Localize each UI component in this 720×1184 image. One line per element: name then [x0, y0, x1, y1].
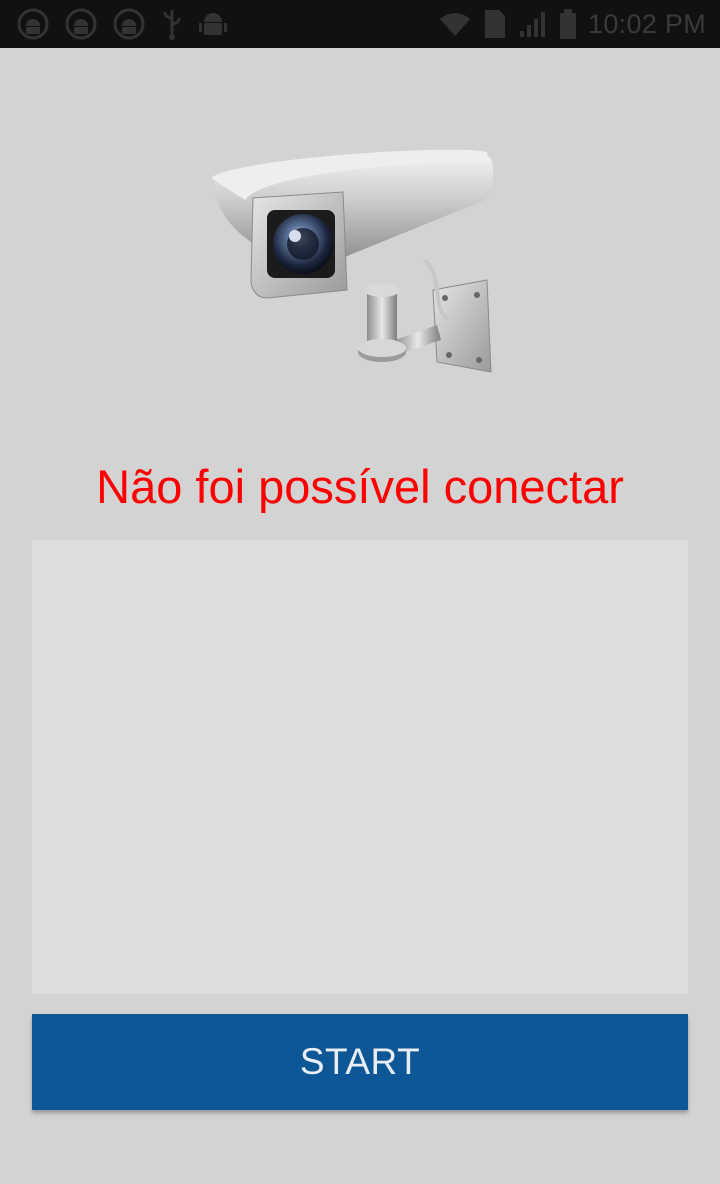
android-robot-badge-icon: [64, 7, 98, 41]
connection-status-text: Não foi possível conectar: [96, 460, 624, 513]
signal-icon: [518, 9, 548, 39]
android-debug-icon: [198, 7, 228, 41]
wifi-icon: [438, 9, 472, 39]
android-robot-badge-icon: [16, 7, 50, 41]
notification-icons: [16, 8, 228, 40]
usb-icon: [160, 7, 184, 41]
system-icons: 10:02 PM: [438, 8, 706, 40]
start-button[interactable]: START: [32, 1014, 688, 1110]
battery-icon: [558, 8, 578, 40]
security-camera-icon: [205, 140, 515, 390]
video-preview: [32, 540, 688, 994]
status-bar: 10:02 PM: [0, 0, 720, 48]
android-robot-badge-icon: [112, 7, 146, 41]
sim-card-icon: [482, 8, 508, 40]
clock: 10:02 PM: [588, 8, 706, 39]
